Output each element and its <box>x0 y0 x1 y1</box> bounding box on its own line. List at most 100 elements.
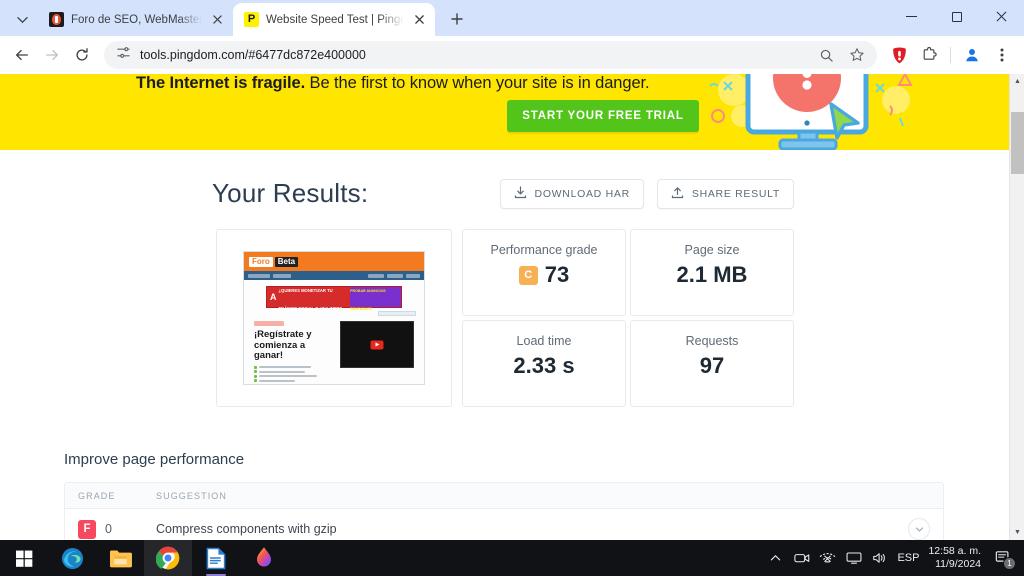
start-free-trial-button[interactable]: START YOUR FREE TRIAL <box>507 100 699 132</box>
grade-badge-c: C <box>518 265 538 285</box>
page-scrollbar[interactable]: ▲ ▼ <box>1009 74 1024 540</box>
tab-title: Website Speed Test | Pingdom T <box>266 13 404 26</box>
thumb-bullets <box>254 366 335 384</box>
metric-label: Page size <box>684 243 740 257</box>
clock-time: 12:58 a. m. <box>928 544 981 557</box>
star-icon[interactable] <box>843 41 871 69</box>
download-har-button[interactable]: DOWNLOAD HAR <box>499 178 644 209</box>
metric-requests: Requests 97 <box>630 320 794 407</box>
metric-value: 2.33 s <box>513 353 575 378</box>
tray-overflow-icon[interactable] <box>767 550 784 567</box>
tab-strip: Foro de SEO, WebMasters en Es P Website … <box>0 0 1024 36</box>
forward-icon[interactable] <box>38 41 66 69</box>
search-icon[interactable] <box>812 41 840 69</box>
back-icon[interactable] <box>8 41 36 69</box>
taskbar-paint[interactable] <box>240 540 288 576</box>
thumb-heading: ¡Regístrate y comienza a ganar! <box>254 329 335 362</box>
new-tab-button[interactable] <box>443 5 471 33</box>
scroll-down-icon[interactable]: ▼ <box>1010 525 1024 540</box>
promo-headline: The Internet is fragile. Be the first to… <box>136 74 650 93</box>
thumb-body: A ¿QUIERES MONETIZAR TU TRÁFICO SOCIAL O… <box>244 280 424 384</box>
table-header: GRADE SUGGESTION <box>65 483 943 509</box>
close-icon[interactable] <box>411 12 427 28</box>
share-result-button[interactable]: SHARE RESULT <box>656 178 794 209</box>
browser-tab-foro[interactable]: Foro de SEO, WebMasters en Es <box>38 3 233 36</box>
clock[interactable]: 12:58 a. m. 11/9/2024 <box>928 545 981 571</box>
grade-badge-f: F <box>78 519 96 539</box>
browser-window: Foro de SEO, WebMasters en Es P Website … <box>0 0 1024 540</box>
account-icon[interactable] <box>958 41 986 69</box>
start-button[interactable] <box>0 540 48 576</box>
language-indicator[interactable]: ESP <box>897 552 919 564</box>
column-header-suggestion: SUGGESTION <box>156 490 228 501</box>
tune-icon[interactable] <box>116 45 131 65</box>
chevron-down-icon[interactable] <box>908 518 930 540</box>
monitor-alert-illustration <box>700 74 930 150</box>
taskbar-word[interactable] <box>192 540 240 576</box>
thumb-video <box>339 321 414 368</box>
column-header-grade: GRADE <box>78 490 116 501</box>
scroll-up-icon[interactable]: ▲ <box>1010 74 1024 89</box>
forobeta-icon <box>49 12 64 27</box>
pingdom-icon: P <box>244 12 259 27</box>
improve-title: Improve page performance <box>64 451 245 468</box>
results-actions: DOWNLOAD HAR SHARE RESULT <box>499 178 794 209</box>
address-bar[interactable]: tools.pingdom.com/#6477dc872e400000 <box>104 41 877 69</box>
row-grade: F 0 <box>78 519 156 539</box>
browser-toolbar: tools.pingdom.com/#6477dc872e400000 <box>0 36 1024 74</box>
camera-icon[interactable] <box>793 550 810 567</box>
scrollbar-thumb[interactable] <box>1011 112 1024 174</box>
browser-tab-pingdom[interactable]: P Website Speed Test | Pingdom T <box>233 3 435 36</box>
site-screenshot-card[interactable]: Foro Beta A ¿QUIERES MONETIZAR TU TRÁFIC… <box>216 229 452 407</box>
minimize-button[interactable] <box>889 0 934 33</box>
ad-line-2: TRÁFICO SOCIAL O UNA WEB? <box>278 306 343 311</box>
metric-value: 73 <box>544 262 570 287</box>
pingdom-page: The Internet is fragile. Be the first to… <box>0 74 1009 540</box>
metric-value-wrap: C 73 <box>518 262 570 288</box>
volume-icon[interactable] <box>871 550 888 567</box>
metric-page-size: Page size 2.1 MB <box>630 229 794 316</box>
thumb-tag <box>254 321 284 326</box>
ad-right-1: PROBAR ANUNCIOS <box>350 289 386 293</box>
thumb-ad-banner: A ¿QUIERES MONETIZAR TU TRÁFICO SOCIAL O… <box>266 286 402 311</box>
metric-label: Requests <box>685 334 739 348</box>
close-window-button[interactable] <box>979 0 1024 33</box>
promo-headline-bold: The Internet is fragile. <box>136 74 306 92</box>
metric-load-time: Load time 2.33 s <box>462 320 626 407</box>
table-row[interactable]: F 0 Compress components with gzip <box>65 509 943 540</box>
taskbar-edge[interactable] <box>48 540 96 576</box>
taskbar-file-explorer[interactable] <box>96 540 144 576</box>
tab-search-button[interactable] <box>8 5 36 33</box>
maximize-button[interactable] <box>934 0 979 33</box>
metric-grid: Performance grade C 73 Page size 2.1 MB … <box>462 229 794 407</box>
clock-date: 11/9/2024 <box>935 558 981 570</box>
notification-center-icon[interactable]: 1 <box>990 545 1016 571</box>
network-disconnected-icon[interactable] <box>819 550 836 567</box>
download-har-label: DOWNLOAD HAR <box>534 187 630 200</box>
ad-letter: A <box>270 292 277 302</box>
metric-value: 2.1 MB <box>676 262 748 287</box>
monitor-icon[interactable] <box>845 550 862 567</box>
url-text: tools.pingdom.com/#6477dc872e400000 <box>140 48 366 62</box>
metric-label: Performance grade <box>490 243 598 257</box>
promo-headline-rest: Be the first to know when your site is i… <box>305 74 650 92</box>
ublock-origin-icon[interactable] <box>885 41 913 69</box>
system-tray: ESP 12:58 a. m. 11/9/2024 1 <box>767 545 1024 571</box>
row-suggestion: Compress components with gzip <box>156 522 337 536</box>
puzzle-icon[interactable] <box>915 41 943 69</box>
reload-icon[interactable] <box>68 41 96 69</box>
forobeta-logo: Foro Beta <box>249 256 299 267</box>
play-icon <box>370 340 384 349</box>
taskbar-chrome[interactable] <box>144 540 192 576</box>
close-icon[interactable] <box>209 12 225 28</box>
ad-right-2: RENTABLES <box>350 307 372 311</box>
page-viewport: The Internet is fragile. Be the first to… <box>0 74 1024 540</box>
results-cards: Foro Beta A ¿QUIERES MONETIZAR TU TRÁFIC… <box>216 229 794 407</box>
promo-banner: The Internet is fragile. Be the first to… <box>0 74 1009 150</box>
kebab-menu-icon[interactable] <box>988 41 1016 69</box>
improve-section: Improve page performance GRADE SUGGESTIO… <box>64 451 944 540</box>
logo-part-2: Beta <box>274 256 299 267</box>
site-screenshot-thumbnail: Foro Beta A ¿QUIERES MONETIZAR TU TRÁFIC… <box>243 251 425 385</box>
share-icon <box>671 186 684 202</box>
logo-part-1: Foro <box>249 256 273 267</box>
